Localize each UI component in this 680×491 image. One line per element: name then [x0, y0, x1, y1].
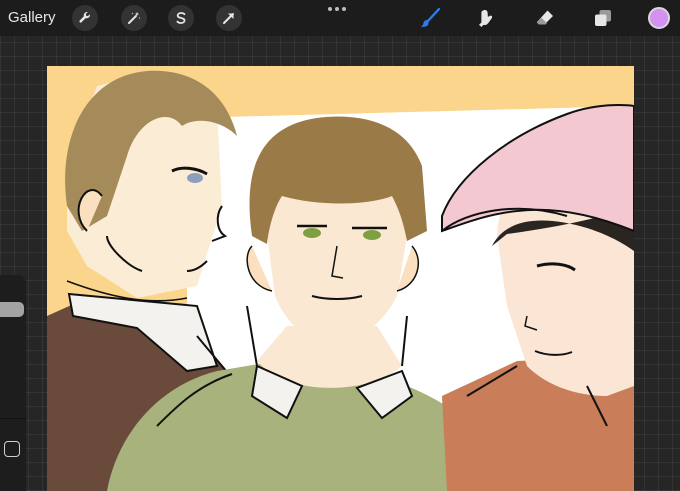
magic-wand-icon[interactable]	[121, 5, 147, 31]
gallery-button[interactable]: Gallery	[8, 8, 56, 28]
square-icon[interactable]	[4, 441, 20, 457]
color-picker-button[interactable]	[648, 7, 670, 29]
layers-icon[interactable]	[590, 5, 616, 31]
artwork	[47, 66, 634, 491]
brush-size-slider[interactable]	[0, 302, 24, 317]
more-options-icon[interactable]	[324, 2, 350, 16]
top-toolbar: Gallery	[0, 0, 680, 36]
drawing-canvas[interactable]	[47, 66, 634, 491]
arrow-cursor-icon[interactable]	[216, 5, 242, 31]
wrench-icon[interactable]	[72, 5, 98, 31]
sidebar-divider	[0, 418, 26, 419]
brush-icon[interactable]	[417, 5, 443, 31]
selection-s-icon[interactable]	[168, 5, 194, 31]
eraser-icon[interactable]	[532, 5, 558, 31]
smudge-icon[interactable]	[474, 5, 500, 31]
